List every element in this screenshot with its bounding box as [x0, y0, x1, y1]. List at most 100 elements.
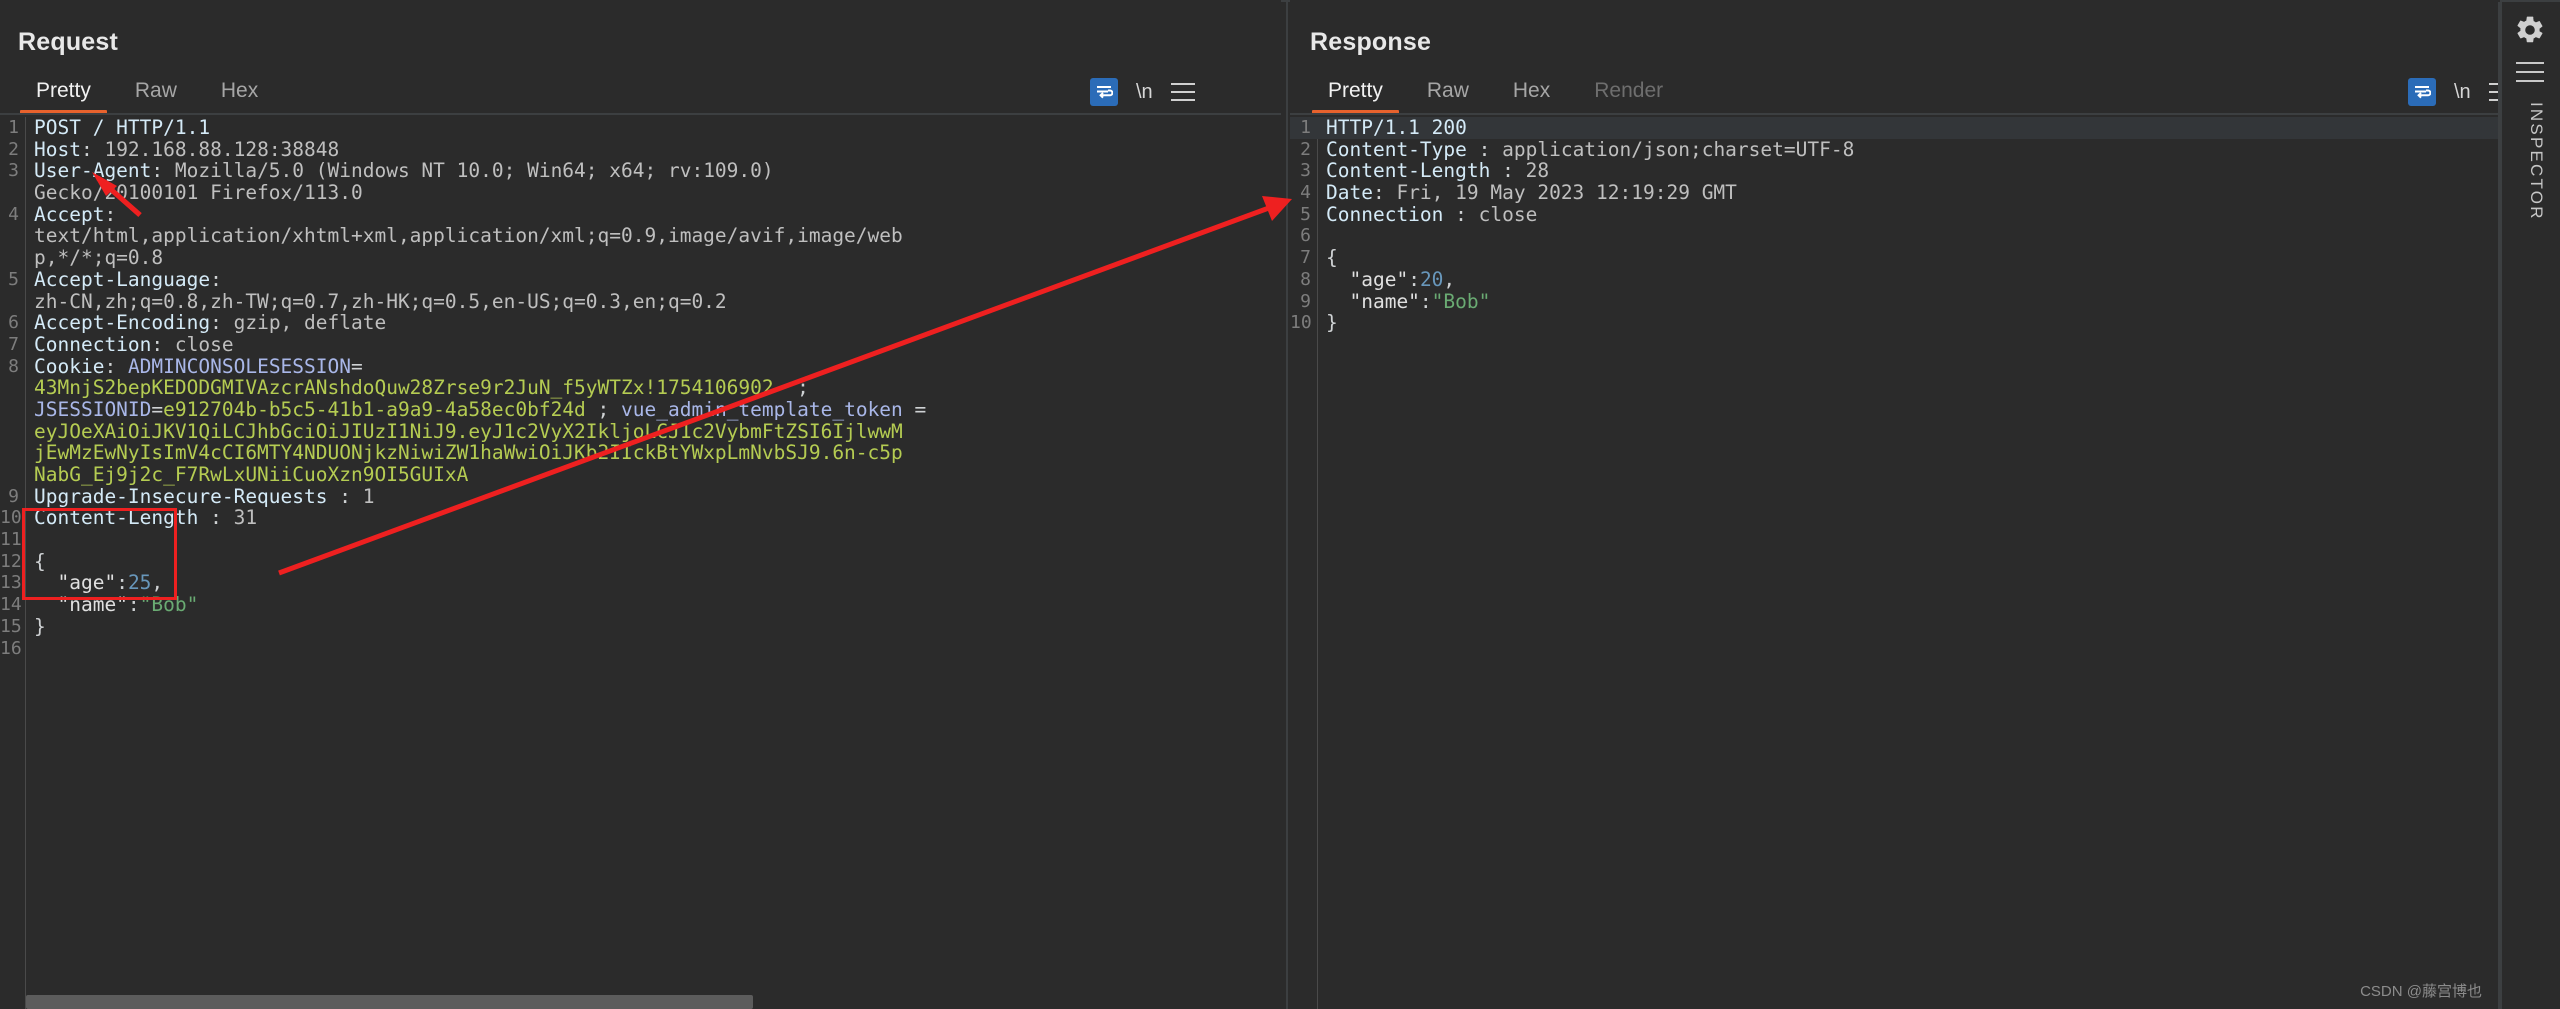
code-token: : — [1419, 289, 1432, 313]
line-number: 5 — [1300, 203, 1311, 225]
code-token: "name" — [1326, 289, 1420, 313]
request-pane-title: Request — [18, 28, 119, 56]
newline-toggle-button[interactable]: \n — [2454, 81, 2471, 104]
word-wrap-icon[interactable] — [2408, 78, 2436, 106]
request-tab-raw[interactable]: Raw — [113, 76, 199, 114]
response-tab-pretty[interactable]: Pretty — [1306, 76, 1405, 115]
code-text: Connection: close — [25, 334, 234, 356]
request-code-row: 8 Cookie: ADMINCONSOLESESSION= — [0, 355, 1281, 378]
inspector-label: INSPECTOR — [2527, 102, 2546, 221]
code-text: User-Agent: Mozilla/5.0 (Windows NT 10.0… — [25, 160, 774, 182]
request-horizontal-scrollbar-thumb[interactable] — [26, 995, 753, 1009]
line-number — [0, 421, 25, 443]
gear-icon[interactable] — [2514, 14, 2546, 46]
response-tab-hex[interactable]: Hex — [1491, 76, 1572, 114]
response-code-row: 4 Date: Fri, 19 May 2023 12:19:29 GMT — [1290, 182, 2500, 204]
line-number: 6 — [1300, 225, 1311, 247]
inspector-menu-icon[interactable] — [2516, 62, 2544, 82]
code-token: zh-CN,zh;q=0.8,zh-TW;q=0.7,zh-HK;q=0.5,e… — [34, 289, 727, 313]
code-text: Accept: — [25, 202, 128, 226]
csdn-watermark: CSDN @藤宫博也 — [2360, 983, 2482, 1000]
line-number: 12 — [0, 550, 22, 572]
response-code-row: 9 "name":"Bob" — [1290, 289, 2500, 313]
request-code-row: 3 User-Agent: Mozilla/5.0 (Windows NT 10.… — [0, 160, 1281, 182]
code-token: : — [127, 593, 140, 617]
code-text: "name":"Bob" — [1317, 289, 1491, 313]
line-number — [0, 377, 25, 399]
code-text: p,*/*;q=0.8 — [25, 247, 163, 269]
code-token: : — [1408, 267, 1420, 291]
request-editor[interactable]: 1 POST / HTTP/1.1 2 Host: 192.168.88.128:38… — [0, 117, 1281, 1009]
pane-splitter[interactable] — [1286, 2, 1288, 1009]
code-text: { — [1317, 247, 1338, 269]
word-wrap-icon[interactable] — [1090, 78, 1118, 106]
code-token: } — [34, 614, 46, 638]
request-menu-icon[interactable] — [1170, 83, 1195, 101]
code-text: eyJOeXAiOiJKV1QiLCJhbGciOiJIUzI1NiJ9.eyJ… — [25, 419, 903, 443]
line-number: 1 — [8, 117, 19, 138]
response-code-row: 3 Content-Length : 28 — [1290, 160, 2500, 182]
request-code-row: Gecko/20100101 Firefox/113.0 — [0, 182, 1281, 204]
response-tab-raw[interactable]: Raw — [1405, 76, 1491, 114]
line-number — [0, 291, 25, 313]
code-token: : — [151, 332, 175, 356]
request-tab-hex[interactable]: Hex — [199, 76, 280, 114]
newline-toggle-button[interactable]: \n — [1136, 81, 1153, 104]
code-token: : — [210, 311, 234, 335]
line-number: 9 — [1300, 290, 1311, 312]
code-token: eyJOeXAiOiJKV1QiLCJhbGciOiJIUzI1NiJ9.eyJ… — [34, 419, 645, 443]
code-text: Content-Length : 31 — [25, 507, 257, 529]
code-text: POST / HTTP/1.1 — [25, 117, 210, 139]
response-code-row: 2 Content-Type : application/json;charset… — [1290, 137, 2500, 161]
code-token: { — [34, 549, 46, 573]
code-token: Connection — [34, 332, 152, 356]
code-text: Accept-Encoding: gzip, deflate — [25, 312, 386, 334]
request-tabbar: Pretty Raw Hex — [0, 76, 1281, 115]
line-number: 10 — [0, 507, 22, 529]
code-token: , — [151, 571, 164, 595]
code-text: Date: Fri, 19 May 2023 12:19:29 GMT — [1317, 182, 1737, 204]
code-token: application/json;charset=UTF-8 — [1502, 137, 1855, 161]
code-token: Content-Length — [1326, 159, 1491, 183]
code-token: Accept-Language — [34, 267, 211, 291]
line-number: 7 — [1300, 247, 1311, 269]
code-token: "name" — [34, 593, 128, 617]
code-token: : — [104, 202, 128, 226]
code-token: close — [1478, 202, 1538, 226]
request-code-row: jEwMzEwNyIsImV4cCI6MTY4NDUONjkzNiwiZW1ha… — [0, 442, 1281, 464]
code-token: "Bob" — [1431, 289, 1491, 313]
request-code-row: 43MnjS2bepKEDODGMIVAzcrANshdoQuw28Zrse9r… — [0, 377, 1281, 399]
response-code-row: 5 Connection : close — [1290, 202, 2500, 226]
code-token: Gecko/20100101 Firefox/113.0 — [34, 181, 363, 205]
code-text: } — [1317, 312, 1338, 334]
request-code-row: 16 — [0, 638, 1281, 660]
line-number: 9 — [8, 485, 19, 507]
code-token: close — [174, 332, 234, 356]
code-token: "age" — [34, 571, 117, 595]
code-text: Accept-Language: — [25, 267, 234, 291]
line-number — [0, 442, 25, 464]
code-token: 28 — [1525, 159, 1550, 183]
code-token: } — [1326, 311, 1338, 335]
code-token: 25 — [127, 571, 152, 595]
code-token: Accept-Encoding — [34, 311, 211, 335]
line-number: 14 — [0, 594, 22, 616]
code-token: HTTP/1.1 200 — [1326, 117, 1467, 139]
code-token: 192.168.88.128:38848 — [104, 137, 340, 161]
request-tab-pretty[interactable]: Pretty — [14, 76, 113, 115]
request-toolbar: \n — [1090, 78, 1195, 106]
request-code-row: 7 Connection: close — [0, 334, 1281, 356]
request-code-row: 1 POST / HTTP/1.1 — [0, 117, 1281, 139]
code-text: NabG_Ej9j2c_F7RwLxUNiiCuoXzn9OI5GUIxA — [25, 464, 468, 486]
code-token: Mozilla/5.0 (Windows NT 10.0; Win64; x64… — [174, 159, 774, 183]
request-code-lines: 1 POST / HTTP/1.1 2 Host: 192.168.88.128:38… — [0, 117, 1281, 659]
code-text: } — [25, 614, 46, 638]
response-editor[interactable]: 1 HTTP/1.1 200 2 Content-Type : application… — [1290, 117, 2500, 1009]
code-token: vue_admin_template_token — [621, 397, 903, 421]
line-number — [0, 247, 25, 269]
code-token: JSESSIONID — [34, 397, 152, 421]
line-number — [0, 182, 25, 204]
code-token: Content-Type — [1326, 137, 1467, 161]
